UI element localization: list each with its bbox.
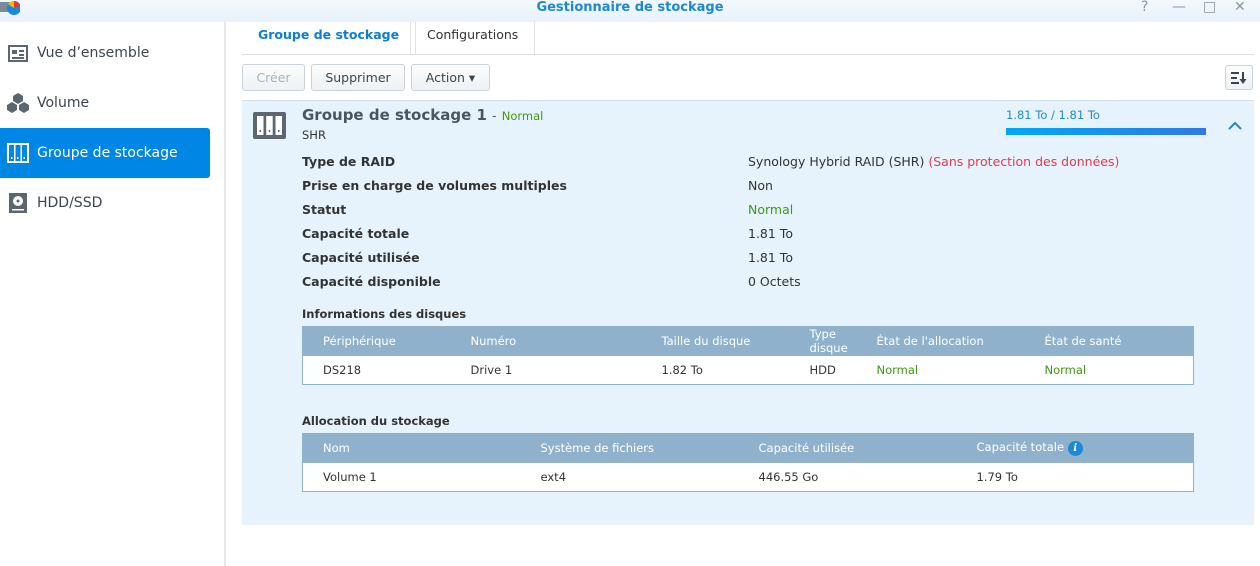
detail-value: 1.81 To xyxy=(748,250,793,265)
storage-pool-icon xyxy=(7,143,29,163)
column-header[interactable]: Capacité totale i xyxy=(956,433,1194,463)
table-header-row: Périphérique Numéro Taille du disque Typ… xyxy=(302,326,1194,356)
storage-pool-icon xyxy=(253,112,286,139)
column-header[interactable]: Système de fichiers xyxy=(520,433,739,463)
sort-button[interactable] xyxy=(1225,65,1253,90)
detail-label: Capacité utilisée xyxy=(302,250,420,265)
disks-section-title: Informations des disques xyxy=(302,307,467,321)
sort-icon xyxy=(1231,72,1247,84)
cell: ext4 xyxy=(540,469,567,484)
delete-button[interactable]: Supprimer xyxy=(311,64,405,91)
pool-name: Groupe de stockage 1 xyxy=(302,106,487,124)
cell: 1.79 To xyxy=(976,469,1018,484)
storage-pool-panel: Groupe de stockage 1 - Normal SHR 1.81 T… xyxy=(242,100,1254,525)
detail-value: Synology Hybrid RAID (SHR) (Sans protect… xyxy=(748,154,1119,169)
cell: Normal xyxy=(1044,362,1087,377)
collapse-chevron-up-icon[interactable] xyxy=(1228,121,1242,131)
close-button[interactable]: ✕ xyxy=(1234,0,1246,14)
pool-status: Normal xyxy=(501,109,544,123)
detail-label: Capacité disponible xyxy=(302,274,441,289)
sidebar-item-overview[interactable]: Vue d’ensemble xyxy=(0,28,210,78)
column-header[interactable]: État de l'allocation xyxy=(876,326,1025,356)
cell: Drive 1 xyxy=(470,362,513,377)
detail-value: 0 Octets xyxy=(748,274,801,289)
column-header[interactable]: État de santé xyxy=(1024,326,1194,356)
window-title: Gestionnaire de stockage xyxy=(536,0,724,15)
pool-usage-text: 1.81 To / 1.81 To xyxy=(1006,108,1100,122)
pool-type: SHR xyxy=(302,128,326,142)
column-header[interactable]: Type disque xyxy=(789,326,877,356)
sidebar-item-label: Vue d’ensemble xyxy=(37,45,150,61)
sidebar-item-volume[interactable]: Volume xyxy=(0,78,210,128)
sidebar-item-storage-pool[interactable]: Groupe de stockage xyxy=(0,128,210,178)
detail-value: 1.81 To xyxy=(748,226,793,241)
table-row[interactable]: Volume 1 ext4 446.55 Go 1.79 To xyxy=(303,463,1194,492)
detail-value: Normal xyxy=(748,202,794,217)
sidebar-item-label: Groupe de stockage xyxy=(37,145,178,161)
detail-label: Prise en charge de volumes multiples xyxy=(302,178,567,193)
cell: 446.55 Go xyxy=(758,469,819,484)
cell: Volume 1 xyxy=(323,469,377,484)
column-header-label: Capacité totale xyxy=(976,440,1065,455)
table-header-row: Nom Système de fichiers Capacité utilisé… xyxy=(302,433,1194,463)
detail-value: Non xyxy=(748,178,773,193)
raid-warning: (Sans protection des données) xyxy=(928,154,1120,169)
title-separator: - xyxy=(492,109,497,123)
hdd-icon xyxy=(7,193,29,213)
help-button[interactable]: ? xyxy=(1141,0,1148,14)
maximize-button[interactable]: □ xyxy=(1203,0,1216,14)
detail-label: Type de RAID xyxy=(302,154,396,169)
cell: DS218 xyxy=(323,362,362,377)
create-button[interactable]: Créer xyxy=(242,64,305,91)
table-row[interactable]: DS218 Drive 1 1.82 To HDD Normal Normal xyxy=(303,356,1194,385)
pool-usage-bar xyxy=(1006,128,1206,135)
column-header[interactable]: Capacité utilisée xyxy=(738,433,957,463)
tab-storage-pool[interactable]: Groupe de stockage xyxy=(242,22,417,54)
action-dropdown-button[interactable]: Action ▾ xyxy=(411,64,490,91)
tab-configurations[interactable]: Configurations xyxy=(410,22,536,54)
raid-type: Synology Hybrid RAID (SHR) xyxy=(748,154,925,169)
sidebar-item-label: HDD/SSD xyxy=(37,195,103,211)
overview-icon xyxy=(7,43,29,63)
cubes-icon xyxy=(7,93,29,113)
sidebar-item-hdd-ssd[interactable]: HDD/SSD xyxy=(0,178,210,228)
title-bar: Gestionnaire de stockage ? — □ ✕ xyxy=(0,0,1260,22)
sidebar-item-label: Volume xyxy=(37,95,90,111)
column-header[interactable]: Taille du disque xyxy=(641,326,790,356)
column-header[interactable]: Numéro xyxy=(450,326,642,356)
minimize-button[interactable]: — xyxy=(1172,0,1186,14)
allocation-section-title: Allocation du stockage xyxy=(302,414,450,428)
info-icon[interactable]: i xyxy=(1067,441,1083,457)
column-header[interactable]: Nom xyxy=(302,433,521,463)
sidebar: Vue d’ensemble Volume Groupe de stockage… xyxy=(0,22,226,566)
pool-usage-fill xyxy=(1006,128,1206,135)
column-header[interactable]: Périphérique xyxy=(302,326,451,356)
cell: Normal xyxy=(876,362,919,377)
cell: 1.82 To xyxy=(661,362,703,377)
pool-title: Groupe de stockage 1 - Normal xyxy=(302,106,543,124)
allocation-table: Nom Système de fichiers Capacité utilisé… xyxy=(302,433,1194,492)
tab-bar: Groupe de stockage Configurations xyxy=(242,22,1254,55)
detail-label: Statut xyxy=(302,202,347,217)
cell: HDD xyxy=(809,362,836,377)
detail-label: Capacité totale xyxy=(302,226,410,241)
disks-table: Périphérique Numéro Taille du disque Typ… xyxy=(302,326,1194,385)
